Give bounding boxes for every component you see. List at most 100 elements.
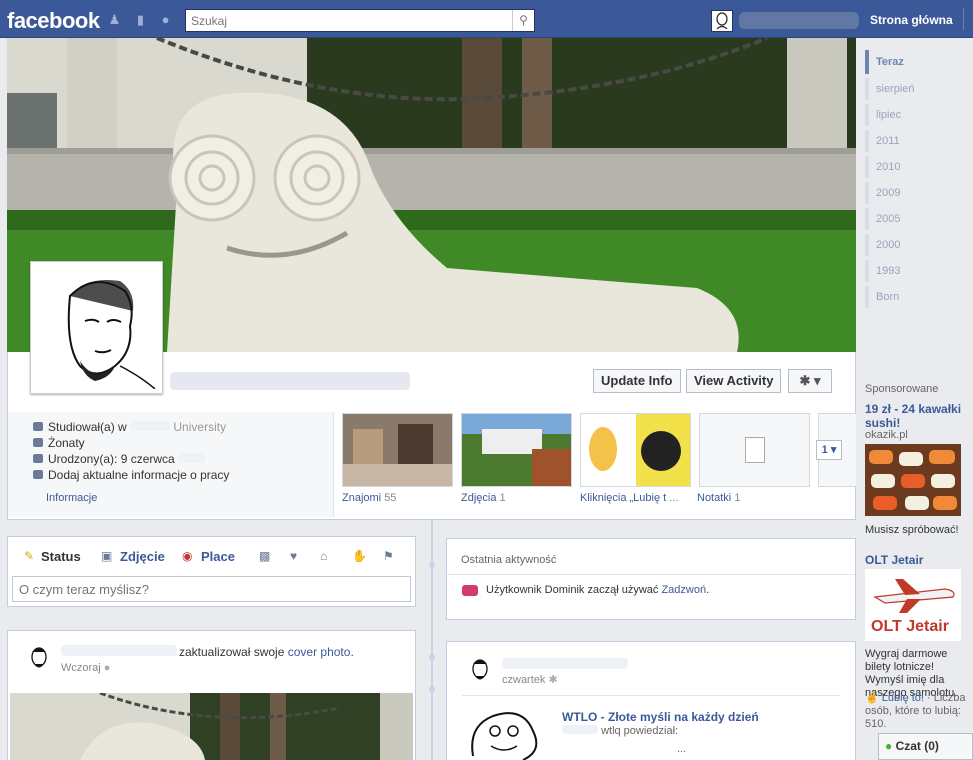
timenav-2011[interactable]: 2011 <box>876 135 900 147</box>
tiles-page-button[interactable]: 1 ▾ <box>816 440 842 460</box>
about-link[interactable]: Informacje <box>46 492 97 504</box>
note-icon <box>745 437 765 463</box>
divider <box>462 695 840 696</box>
photos-tile-label[interactable]: Zdjęcia 1 <box>461 492 506 504</box>
app-icon <box>462 585 478 596</box>
friends-tile-label[interactable]: Znajomi 55 <box>342 492 396 504</box>
profile-name-blurred <box>170 372 410 390</box>
timenav-active-bar <box>865 50 869 74</box>
cover-photo-link[interactable]: cover photo <box>288 645 351 659</box>
relationship-row: Żonaty <box>33 436 85 450</box>
timenav-teraz[interactable]: Teraz <box>876 56 904 68</box>
timenav-2000[interactable]: 2000 <box>876 239 900 251</box>
tab-photo[interactable]: Zdjęcie <box>120 549 165 564</box>
messages-icon[interactable]: ▮ <box>133 12 148 27</box>
ad2-like-row: ☝ Lubię to! · Liczba osób, które to lubi… <box>865 692 966 730</box>
app-post-image[interactable] <box>463 706 551 760</box>
audience-globe-icon[interactable]: ● <box>104 662 111 674</box>
notes-tile-label[interactable]: Notatki 1 <box>697 492 740 504</box>
update-info-button[interactable]: Update Info <box>593 369 681 393</box>
post2-timestamp[interactable]: czwartek ✱ <box>502 673 558 686</box>
timenav-bar <box>865 130 869 152</box>
life-event-home-icon[interactable]: ⌂ <box>320 550 332 562</box>
education-icon <box>33 422 43 431</box>
chat-button[interactable]: ● Czat (0) <box>878 733 973 760</box>
ad1-domain[interactable]: okazik.pl <box>865 429 908 441</box>
audience-gear-icon[interactable]: ✱ <box>548 674 557 686</box>
post-timestamp[interactable]: Wczoraj ● <box>61 662 110 674</box>
likes-tile[interactable] <box>580 413 691 487</box>
heart-icon <box>33 438 43 447</box>
app-post-ellipsis: ... <box>677 743 687 755</box>
timeline-dot <box>429 686 435 692</box>
post-author-avatar[interactable] <box>25 644 53 678</box>
search-icon[interactable]: ⚲ <box>512 10 534 31</box>
timenav-bar <box>865 286 869 308</box>
view-activity-button[interactable]: View Activity <box>686 369 782 393</box>
timenav-lipiec[interactable]: lipiec <box>876 109 901 121</box>
status-icon: ✎ <box>24 549 35 563</box>
search-input[interactable] <box>186 10 506 31</box>
photos-tile[interactable] <box>461 413 572 487</box>
ad1-image[interactable] <box>865 444 961 516</box>
calendar-icon <box>33 454 43 463</box>
life-event-family-icon[interactable]: ♥ <box>290 550 302 562</box>
nav-divider <box>963 8 964 30</box>
gear-icon[interactable]: ✱ ▾ <box>788 369 832 393</box>
ad2-image[interactable]: OLT Jetair <box>865 569 961 641</box>
timenav-sierpien[interactable]: sierpień <box>876 83 915 95</box>
status-input[interactable] <box>12 576 411 602</box>
post2-author-avatar[interactable] <box>466 656 494 690</box>
divider <box>447 574 855 575</box>
post-cover-photo[interactable] <box>10 693 413 760</box>
chat-status-icon: ● <box>885 739 893 753</box>
home-link[interactable]: Strona główna <box>870 13 953 27</box>
life-event-health-icon[interactable]: ✋ <box>352 550 367 562</box>
timenav-2005[interactable]: 2005 <box>876 213 900 225</box>
timenav-2009[interactable]: 2009 <box>876 187 900 199</box>
user-avatar[interactable] <box>711 10 733 32</box>
life-event-work-icon[interactable]: ▩ <box>259 550 271 562</box>
tab-place[interactable]: Place <box>201 549 235 564</box>
ad2-like-link[interactable]: ☝ Lubię to! <box>865 692 924 704</box>
timeline-dot <box>429 562 435 568</box>
post-action-text: zaktualizował swoje cover photo. <box>179 645 354 659</box>
life-event-milestone-icon[interactable]: ⚑ <box>383 550 395 562</box>
sponsored-header: Sponsorowane <box>865 383 939 395</box>
thumbs-up-icon: ☝ <box>865 692 879 704</box>
timenav-bar <box>865 156 869 178</box>
ad2-brand: OLT Jetair <box>871 618 949 635</box>
education-row: Studiował(a) w University <box>33 420 226 434</box>
ad1-text[interactable]: Musisz spróbować! <box>865 524 959 536</box>
briefcase-icon <box>33 470 43 479</box>
timenav-born[interactable]: Born <box>876 291 899 303</box>
birthday-row: Urodzony(a): 9 czerwca <box>33 452 207 466</box>
place-icon: ◉ <box>182 549 193 563</box>
ad1-title[interactable]: 19 zł - 24 kawałki sushi! <box>865 402 973 430</box>
activity-item: Użytkownik Dominik zaczął używać Zadzwoń… <box>486 584 710 596</box>
notifications-globe-icon[interactable]: ● <box>158 12 173 27</box>
ad2-title[interactable]: OLT Jetair <box>865 553 923 567</box>
likes-tile-label[interactable]: Kliknięcia „Lubię t ... <box>580 492 678 504</box>
timenav-2010[interactable]: 2010 <box>876 161 900 173</box>
zadzwon-app-link[interactable]: Zadzwoń <box>661 584 706 596</box>
notes-tile[interactable] <box>699 413 810 487</box>
user-name-blurred[interactable] <box>739 12 859 29</box>
recent-activity-title: Ostatnia aktywność <box>461 554 557 566</box>
tab-status[interactable]: Status <box>41 549 81 564</box>
post2-author-blurred[interactable] <box>502 658 628 669</box>
friends-tile[interactable] <box>342 413 453 487</box>
app-post-title[interactable]: WTLO - Złote myśli na każdy dzień <box>562 710 759 724</box>
profile-picture[interactable] <box>30 261 163 394</box>
timenav-bar <box>865 182 869 204</box>
friend-requests-icon[interactable]: ♟ <box>107 12 122 27</box>
add-work-link[interactable]: Dodaj aktualne informacje o pracy <box>33 468 229 482</box>
photo-icon: ▣ <box>101 549 113 563</box>
post-author-blurred[interactable] <box>61 645 177 656</box>
timenav-bar <box>865 260 869 282</box>
timenav-1993[interactable]: 1993 <box>876 265 900 277</box>
recent-activity-box <box>446 538 856 620</box>
timeline-dot <box>429 654 435 660</box>
search-box[interactable]: ⚲ <box>185 9 535 32</box>
facebook-logo[interactable]: facebook <box>7 8 100 34</box>
